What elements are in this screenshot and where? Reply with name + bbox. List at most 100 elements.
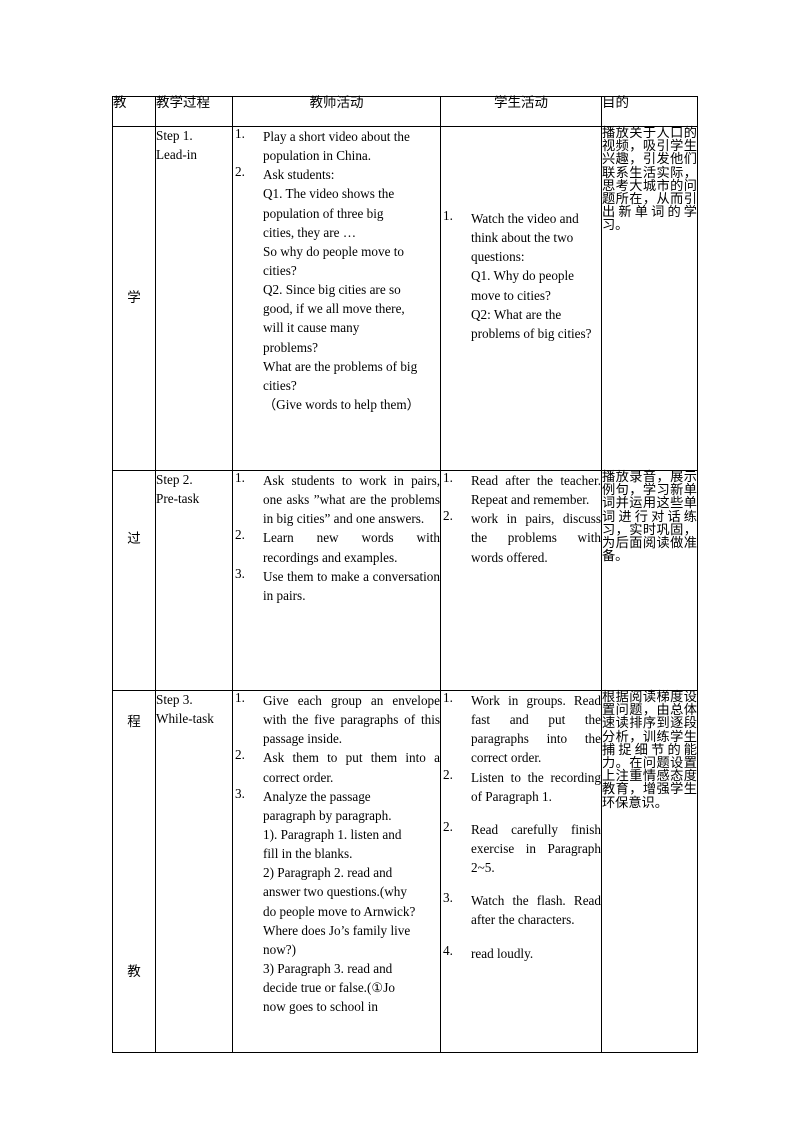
item-number: 2.: [235, 164, 245, 180]
list-item: 1. Read after the teacher. Repeat and re…: [441, 471, 601, 509]
student-activity-list: 1. Work in groups. Read fast and put the…: [441, 691, 601, 963]
list-item: 2. Ask them to put them into a correct o…: [233, 748, 440, 786]
list-item: 1. Give each group an envelope with the …: [233, 691, 440, 748]
item-number: 2.: [443, 766, 453, 782]
item-line: fill in the blanks.: [263, 846, 353, 862]
list-item: 4. read loudly.: [441, 942, 601, 963]
item-text: Ask students to work in pairs, one asks …: [263, 473, 440, 527]
stage-char: 程: [127, 714, 141, 730]
item-text: Work in groups. Read fast and put the pa…: [471, 693, 601, 766]
item-line: decide true or false.(①Jo: [263, 980, 395, 996]
header-teacher-activity: 教师活动: [232, 96, 441, 127]
process-line: Step 3.: [156, 692, 193, 707]
teacher-activity-list: 1. Ask students to work in pairs, one as…: [233, 471, 440, 605]
item-number: 1.: [443, 690, 453, 705]
table-header-row: 教 教学过程 教师活动 学生活动 目的: [112, 96, 698, 127]
list-item: 2. Listen to the recording of Paragraph …: [441, 766, 601, 806]
item-line: problems of big cities?: [471, 325, 592, 341]
lesson-plan-table: 教 教学过程 教师活动 学生活动 目的 学 Step 1. Lead-in 1.…: [112, 96, 698, 1053]
list-item: 2. work in pairs, discuss the problems w…: [441, 509, 601, 566]
item-text: Learn new words with recordings and exam…: [263, 530, 440, 565]
table-row: 过 Step 2. Pre-task 1. Ask students to wo…: [112, 470, 698, 691]
student-activity-list: 1. Watch the video and think about the t…: [441, 209, 601, 343]
item-line: What are the problems of big: [263, 358, 418, 374]
student-activity-cell-2: 1. Read after the teacher. Repeat and re…: [440, 470, 602, 691]
stage-cell-3: 程 教: [112, 690, 156, 1053]
item-line: think about the two: [471, 230, 574, 246]
student-activity-list: 1. Read after the teacher. Repeat and re…: [441, 471, 601, 567]
item-line: Q1. Why do people: [471, 268, 575, 284]
item-line: population of three big: [263, 205, 384, 221]
process-line: Lead-in: [156, 146, 198, 162]
item-line: cities?: [263, 262, 297, 278]
process-cell-2: Step 2. Pre-task: [155, 470, 233, 691]
purpose-text: 播放关于人口的视频，吸引学生兴趣，引发他们联系生活实际，思考大城市的问题所在，从…: [602, 126, 697, 234]
item-number: 2.: [235, 747, 245, 763]
document-page: 教 教学过程 教师活动 学生活动 目的 学 Step 1. Lead-in 1.…: [0, 0, 794, 1123]
purpose-text: 根据阅读梯度设置问题，由总体速读排序到逐段分析，训练学生捕捉细节的能力。在问题设…: [602, 690, 697, 811]
item-line: move to cities?: [471, 287, 551, 303]
item-number: 1.: [235, 126, 245, 141]
process-cell-1: Step 1. Lead-in: [155, 126, 233, 471]
item-line: Analyze the passage: [263, 788, 371, 804]
table-row: 程 教 Step 3. While-task 1. Give each grou…: [112, 690, 698, 1053]
item-line: cities?: [263, 377, 297, 393]
item-line: problems?: [263, 339, 318, 355]
table-row: 学 Step 1. Lead-in 1. Play a short video …: [112, 126, 698, 471]
item-line: 3) Paragraph 3. read and: [263, 960, 393, 976]
item-number: 2.: [235, 527, 245, 543]
item-number: 1.: [443, 470, 453, 485]
item-text: Read carefully finish exercise in Paragr…: [471, 821, 601, 876]
process-cell-3: Step 3. While-task: [155, 690, 233, 1053]
item-line: 2) Paragraph 2. read and: [263, 865, 393, 881]
item-number: 1.: [235, 690, 245, 705]
item-line: now?): [263, 941, 296, 957]
process-line: While-task: [156, 710, 214, 726]
list-item: 1. Work in groups. Read fast and put the…: [441, 691, 601, 768]
item-number: 4.: [443, 942, 453, 958]
item-text: Listen to the recording of Paragraph 1.: [471, 769, 601, 804]
stage-char: 过: [127, 531, 141, 547]
item-number: 3.: [443, 890, 453, 906]
process-line: Step 1.: [156, 128, 193, 143]
item-line: Ask students:: [263, 167, 335, 183]
list-item: 1. Play a short video about the populati…: [233, 127, 440, 165]
purpose-text: 播放录音，展示例句，学习新单词并运用这些单词进行对话练习，实时巩固，为后面阅读做…: [602, 470, 697, 565]
stage-char: 学: [127, 290, 141, 306]
header-stage: 教: [112, 96, 156, 127]
item-number: 3.: [235, 785, 245, 801]
list-gap: [441, 806, 601, 820]
item-number: 2.: [443, 818, 453, 834]
list-gap: [441, 930, 601, 944]
item-number: 1.: [443, 208, 453, 223]
teacher-activity-list: 1. Play a short video about the populati…: [233, 127, 440, 414]
item-line: Q1. The video shows the: [263, 186, 395, 202]
item-line: cities, they are …: [263, 224, 357, 240]
teacher-activity-cell-1: 1. Play a short video about the populati…: [232, 126, 441, 471]
item-text: Give each group an envelope with the fiv…: [263, 693, 440, 747]
header-purpose: 目的: [601, 96, 698, 127]
item-line: Q2: What are the: [471, 306, 562, 322]
purpose-cell-1: 播放关于人口的视频，吸引学生兴趣，引发他们联系生活实际，思考大城市的问题所在，从…: [601, 126, 698, 471]
item-text: Watch the flash. Read after the characte…: [471, 893, 601, 928]
item-line: do people move to Arnwick?: [263, 903, 416, 919]
list-item: 3. Watch the flash. Read after the chara…: [441, 891, 601, 929]
item-number: 1.: [235, 470, 245, 485]
item-line: now goes to school in: [263, 999, 379, 1015]
process-line: Pre-task: [156, 490, 200, 506]
item-line: paragraph by paragraph.: [263, 807, 392, 823]
item-line: 1). Paragraph 1. listen and: [263, 826, 402, 842]
teacher-activity-cell-2: 1. Ask students to work in pairs, one as…: [232, 470, 441, 691]
item-number: 3.: [235, 565, 245, 581]
item-number: 2.: [443, 508, 453, 524]
student-activity-cell-3: 1. Work in groups. Read fast and put the…: [440, 690, 602, 1053]
list-gap: [441, 877, 601, 891]
item-text: Ask them to put them into a correct orde…: [263, 750, 440, 785]
item-text: read loudly.: [471, 945, 534, 961]
purpose-cell-2: 播放录音，展示例句，学习新单词并运用这些单词进行对话练习，实时巩固，为后面阅读做…: [601, 470, 698, 691]
item-line: Watch the video and: [471, 211, 579, 226]
item-text: Read after the teacher. Repeat and remem…: [471, 473, 601, 508]
item-line: answer two questions.(why: [263, 884, 407, 900]
teacher-activity-note: （Give words to help them）: [263, 396, 420, 412]
